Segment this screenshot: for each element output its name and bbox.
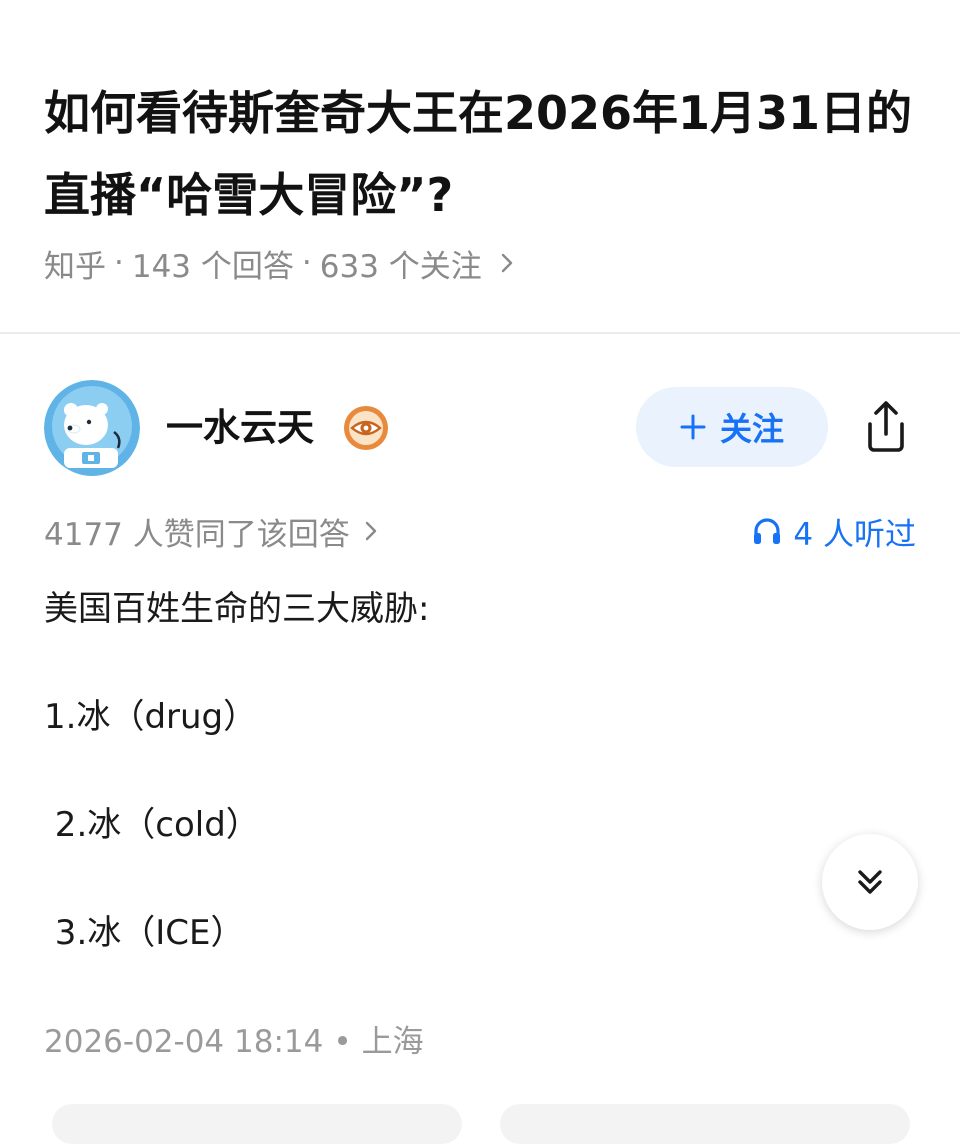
- upvote-count[interactable]: 4177 人赞同了该回答: [44, 506, 378, 556]
- section-divider: [0, 332, 960, 334]
- listen-count[interactable]: 4 人听过: [751, 506, 916, 556]
- answer-paragraph: 2.冰（cold）: [44, 805, 260, 845]
- double-chevron-down-icon: [858, 870, 882, 894]
- chevron-right-icon: [501, 253, 512, 273]
- upvote-text: 4177 人赞同了该回答: [44, 516, 350, 553]
- answer-location: 上海: [361, 1024, 424, 1060]
- timestamp-dot: •: [333, 1024, 352, 1060]
- meta-separator: ·: [301, 245, 312, 281]
- answer-paragraph: 3.冰（ICE）: [44, 913, 245, 953]
- headphones-icon: [754, 518, 781, 544]
- meta-separator: ·: [114, 245, 124, 281]
- share-icon[interactable]: [856, 396, 916, 456]
- answer-paragraph: 美国百姓生命的三大威胁:: [44, 589, 430, 629]
- chevron-right-icon: [365, 521, 376, 541]
- listen-text: 4 人听过: [793, 516, 916, 553]
- answer-paragraph: 1.冰（drug）: [44, 697, 258, 737]
- author-avatar[interactable]: [44, 380, 140, 476]
- bottom-action-pill[interactable]: [500, 1104, 910, 1144]
- follow-button[interactable]: 关注: [636, 387, 828, 467]
- follow-button-label: 关注: [719, 410, 784, 448]
- answer-timestamp: 2026-02-04 18:14 • 上海: [44, 1018, 424, 1066]
- answer-count: 143 个回答: [131, 248, 294, 285]
- plus-icon: [680, 414, 706, 440]
- author-name[interactable]: 一水云天: [166, 402, 314, 454]
- eye-badge-icon[interactable]: [342, 404, 390, 452]
- question-meta[interactable]: 知乎 · 143 个回答 · 633 个关注: [44, 238, 514, 288]
- source-label: 知乎: [44, 248, 106, 285]
- bottom-action-pill[interactable]: [52, 1104, 462, 1144]
- polar-bear-astronaut-avatar-icon: [44, 380, 140, 476]
- question-title[interactable]: 如何看待斯奎奇大王在2026年1月31日的直播“哈雪大冒险”?: [44, 72, 924, 236]
- follower-count: 633 个关注: [319, 248, 482, 285]
- expand-answer-button[interactable]: [822, 834, 918, 930]
- answer-date: 2026-02-04 18:14: [44, 1024, 324, 1060]
